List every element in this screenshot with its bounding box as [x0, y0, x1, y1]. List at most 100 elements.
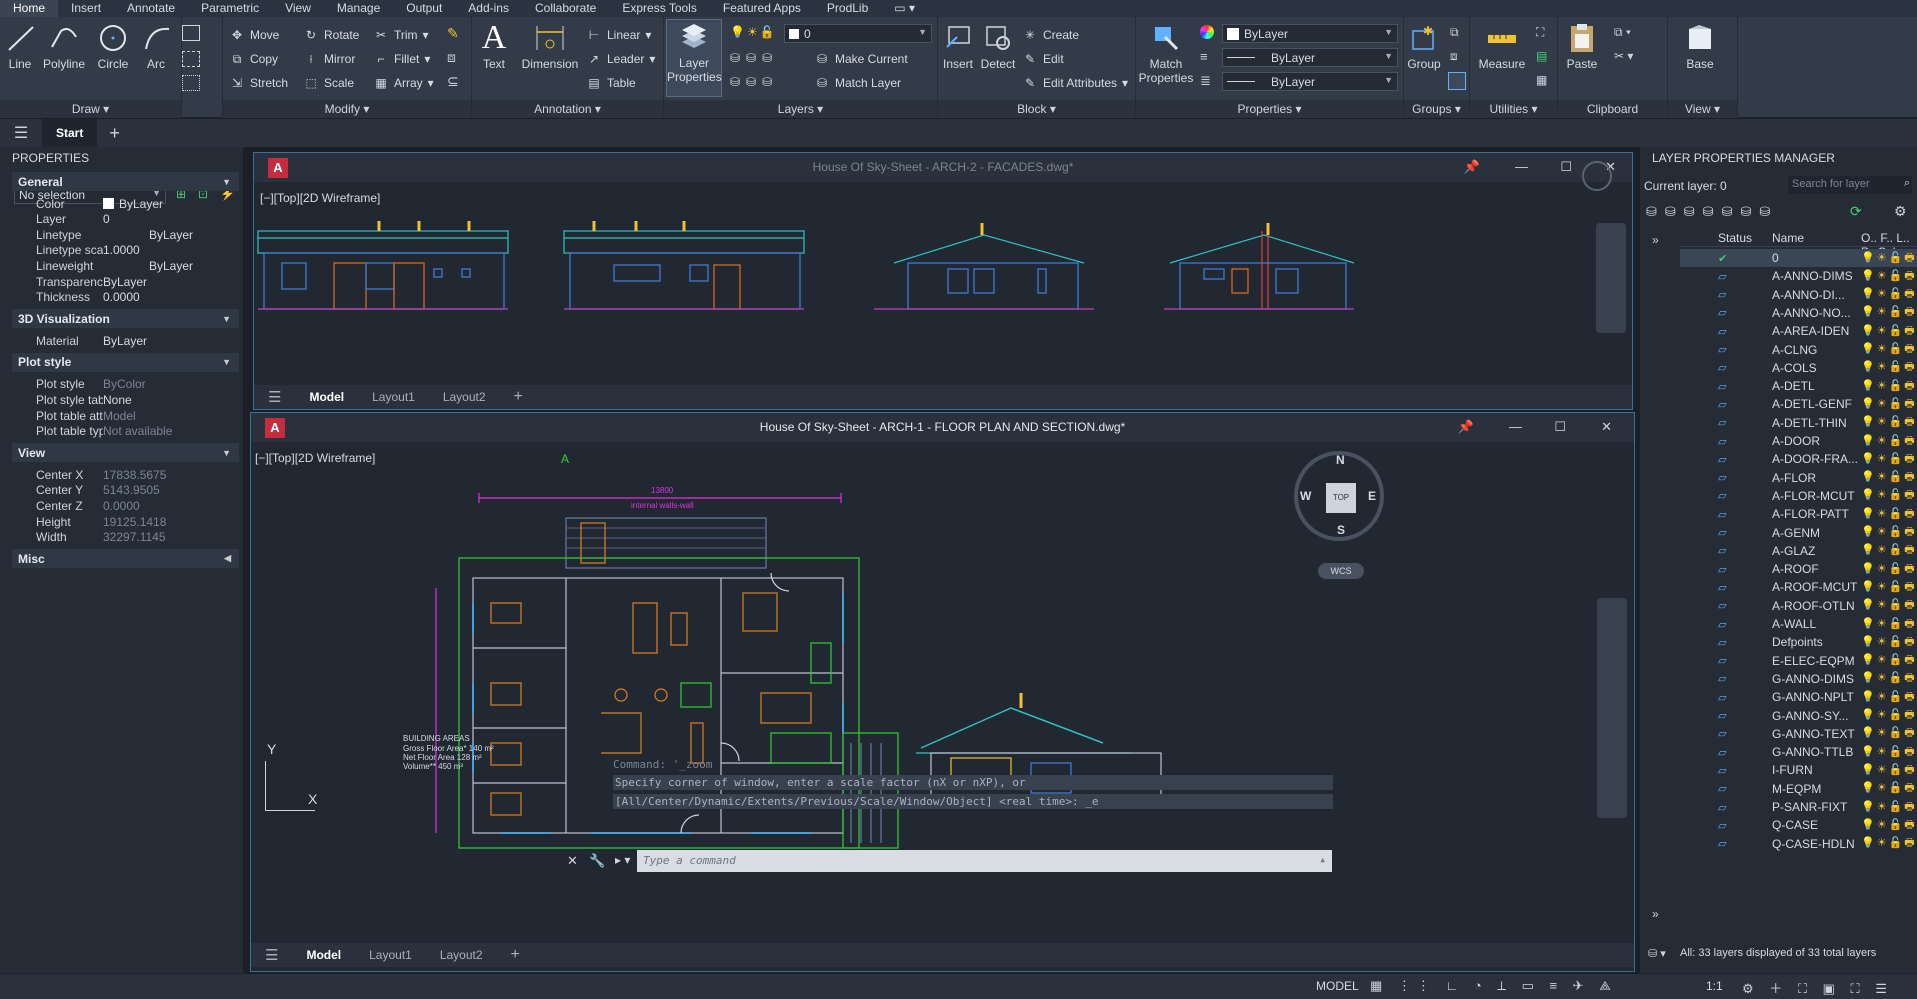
layer-state-icons[interactable]: 💡☀🔓🖶 [1861, 743, 1917, 762]
layer-row[interactable]: ▱M-EQPM💡☀🔓🖶5 [1680, 780, 1917, 798]
layer-row[interactable]: ▱A-DETL-THIN💡☀🔓🖶1 [1680, 414, 1917, 432]
minimize-icon[interactable]: — [1515, 159, 1528, 174]
refresh-icon[interactable]: ⟳ [1850, 203, 1862, 220]
layer-row[interactable]: ▱A-FLOR-PATT💡☀🔓🖶8 [1680, 505, 1917, 523]
layers-panel-title[interactable]: Layers ▾ [664, 100, 937, 118]
layer-state-icons[interactable]: 💡☀🔓🖶 [1861, 450, 1917, 469]
copy-button[interactable]: ⧉ Copy [229, 49, 278, 69]
add-layout-plus-icon[interactable]: + [497, 946, 534, 964]
model-space-button[interactable]: MODEL [1316, 979, 1359, 993]
draw-panel-title[interactable]: Draw ▾ [0, 100, 181, 118]
section-misc[interactable]: Misc ◀ [12, 549, 239, 569]
command-prompt-icon[interactable]: ▸ ▾ [615, 853, 630, 867]
create-block-button[interactable]: ✳ Create [1022, 25, 1079, 45]
layer-state-icons[interactable]: 💡☀🔓🖶 [1861, 541, 1917, 560]
layer-row[interactable]: ▱A-ANNO-NO...💡☀🔓🖶1 [1680, 304, 1917, 322]
stretch-button[interactable]: ⇲ Stretch [229, 73, 288, 93]
layer-state-icons[interactable]: 💡☀🔓🖶 [1861, 413, 1917, 432]
property-row[interactable]: Thickness 0.0000 [12, 288, 239, 307]
view-panel-title[interactable]: View ▾ [1668, 100, 1737, 118]
tab-layout1[interactable]: Layout1 [355, 948, 426, 962]
leader-button[interactable]: ↗ Leader ▾ [586, 49, 655, 69]
layer-state-icons[interactable]: 💡☀🔓🖶 [1861, 432, 1917, 451]
layer-row[interactable]: ▱I-FURN💡☀🔓🖶3 [1680, 761, 1917, 779]
layer-tools-row2[interactable]: ⛁⛁⛁ [730, 75, 778, 89]
measure-button[interactable]: Measure [1474, 21, 1530, 71]
layer-properties-button[interactable]: Layer Properties [666, 19, 722, 97]
layer-row[interactable]: ▱A-WALL💡☀🔓🖶1 [1680, 615, 1917, 633]
layer-state-icons[interactable]: 💡☀🔓🖶 [1861, 615, 1917, 634]
layer-row[interactable]: ▱A-GLAZ💡☀🔓🖶1 [1680, 542, 1917, 560]
layer-state-icons[interactable]: 💡☀🔓🖶 [1861, 468, 1917, 487]
layer-state-icons[interactable]: 💡☀🔓🖶 [1861, 267, 1917, 286]
tab-model[interactable]: Model [292, 948, 355, 962]
groups-panel-title[interactable]: Groups ▾ [1404, 100, 1469, 118]
hatch-icon[interactable] [182, 51, 200, 67]
menu-manage[interactable]: Manage [324, 0, 393, 17]
clipboard-panel-title[interactable]: Clipboard [1558, 100, 1667, 118]
erase-icon[interactable]: ✎ [447, 25, 459, 42]
text-button[interactable]: A Text [476, 19, 512, 71]
section-general[interactable]: General ▼ [12, 172, 239, 191]
insert-button[interactable]: Insert [940, 21, 976, 71]
layer-row[interactable]: ▱A-DOOR💡☀🔓🖶3 [1680, 432, 1917, 450]
layer-row[interactable]: ▱G-ANNO-SY...💡☀🔓🖶1 [1680, 707, 1917, 725]
modify-panel-title[interactable]: Modify ▾ [223, 100, 471, 118]
menu-annotate[interactable]: Annotate [114, 0, 188, 17]
copy-clip-icon[interactable]: ⧉ ▾ [1614, 25, 1631, 40]
command-input[interactable]: Type a command ▴ [637, 850, 1332, 872]
layer-state-icons[interactable]: 💡☀🔓🖶 [1861, 303, 1917, 322]
paste-button[interactable]: Paste [1562, 21, 1602, 71]
layer-row[interactable]: ▱A-ANNO-DI...💡☀🔓🖶2 [1680, 286, 1917, 304]
layer-row[interactable]: ▱G-ANNO-NPLT💡☀🔓🖶1 [1680, 688, 1917, 706]
layer-filter-menu[interactable]: ⛁ ▾ [1648, 947, 1666, 960]
grid-icon[interactable] [182, 75, 200, 91]
hamburger-menu-icon[interactable]: ☰ [0, 123, 42, 143]
section-viz[interactable]: 3D Visualization ▼ [12, 309, 239, 329]
layer-row[interactable]: ▱A-ROOF-OTLN💡☀🔓🖶1 [1680, 597, 1917, 615]
property-row[interactable]: Width 32297.1145 [12, 528, 239, 547]
status-settings[interactable]: ⚙ ＋ ⛶ ▣ ⛶ ☰ [1742, 978, 1893, 997]
match-layer-button[interactable]: ⛁ Match Layer [814, 73, 901, 93]
rotate-button[interactable]: ↻ Rotate [303, 25, 359, 45]
pin-icon[interactable]: 📌 [1458, 419, 1474, 435]
calculator-icon[interactable]: ▦ [1536, 73, 1547, 87]
close-icon[interactable]: ✕ [1601, 419, 1612, 435]
table-button[interactable]: ▤ Table [586, 73, 635, 93]
group-button[interactable]: ✱ Group [1406, 21, 1442, 71]
edit-block-button[interactable]: ✎ Edit [1022, 49, 1064, 69]
make-current-button[interactable]: ⛁ Make Current [814, 49, 908, 69]
layer-row[interactable]: ▱A-COLS💡☀🔓🖶5 [1680, 359, 1917, 377]
layer-state-icons[interactable]: 💡☀🔓🖶 [1861, 358, 1917, 377]
new-tab-plus-icon[interactable]: + [97, 123, 132, 144]
status-tools[interactable]: ▦ ⋮⋮ ∟ ◔ ⟂ ▭ ≡ ✈ ⟁ [1370, 978, 1617, 994]
layer-row[interactable]: ▱A-DETL💡☀🔓🖶9 [1680, 377, 1917, 395]
fillet-button[interactable]: ⌐ Fillet ▾ [373, 49, 430, 69]
offset-icon[interactable]: ⊆ [447, 73, 459, 90]
layer-row[interactable]: ▱A-AREA-IDEN💡☀🔓🖶ye [1680, 322, 1917, 340]
maximize-icon[interactable]: ☐ [1560, 159, 1572, 175]
navigation-bar[interactable] [1597, 598, 1627, 818]
layer-state-icons[interactable]: 💡☀🔓🖶 [1861, 523, 1917, 542]
layer-state-icons[interactable]: 💡☀🔓🖶 [1861, 285, 1917, 304]
layer-row[interactable]: ▱A-DETL-GENF💡☀🔓🖶9 [1680, 395, 1917, 413]
column-status[interactable]: Status [1718, 231, 1752, 245]
section-plot[interactable]: Plot style ▼ [12, 352, 239, 372]
property-row[interactable]: Plot table typeNot available [12, 422, 239, 441]
layer-row[interactable]: ▱G-ANNO-TEXT💡☀🔓🖶2 [1680, 725, 1917, 743]
viewcube-top-face[interactable]: TOP [1326, 483, 1356, 513]
layer-state-icons[interactable]: 💡☀🔓🖶 [1861, 779, 1917, 798]
layer-state-icons[interactable]: 💡☀🔓🖶 [1861, 560, 1917, 579]
viewcube-mini[interactable] [1582, 161, 1612, 191]
layer-state-icons[interactable]: 💡☀🔓🖶 [1861, 724, 1917, 743]
layer-state-icons[interactable]: 💡☀🔓🖶 [1861, 340, 1917, 359]
layer-state-icons[interactable]: 💡☀🔓🖶 [1861, 322, 1917, 341]
tab-layout2[interactable]: Layout2 [426, 948, 497, 962]
line-button[interactable]: Line [4, 21, 36, 71]
layer-state-icons[interactable]: 💡☀🔓🖶 [1861, 249, 1917, 268]
menu-parametric[interactable]: Parametric [188, 0, 272, 17]
layer-state-icons[interactable]: 💡☀🔓🖶 [1861, 706, 1917, 725]
layer-row[interactable]: ▱A-ROOF💡☀🔓🖶1 [1680, 560, 1917, 578]
command-close-icon[interactable]: ✕ [567, 853, 578, 869]
layer-dropdown[interactable]: 0 ▼ [784, 24, 932, 43]
